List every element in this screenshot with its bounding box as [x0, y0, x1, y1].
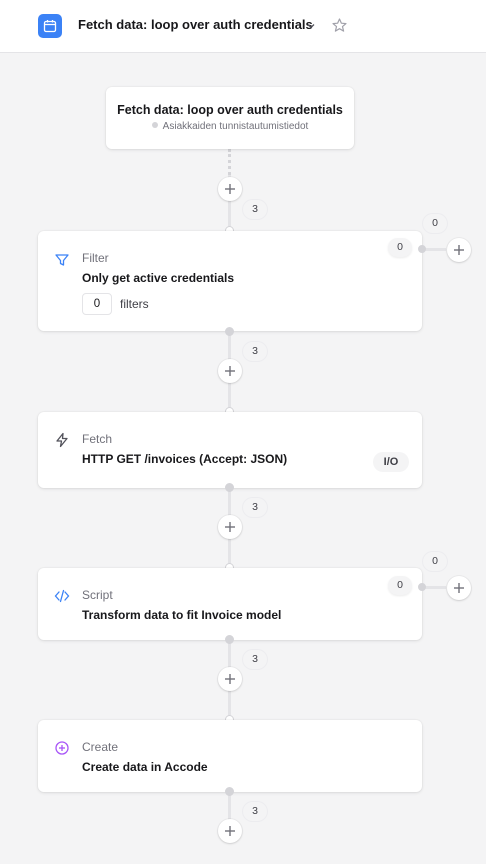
branch-node[interactable]: [418, 583, 426, 591]
item-count-badge: 3: [243, 498, 267, 517]
output-node[interactable]: [225, 483, 234, 492]
step-type-label: Filter: [82, 251, 109, 265]
output-node[interactable]: [225, 635, 234, 644]
branch-out-count: 0: [423, 552, 447, 571]
branch-in-count: 0: [388, 238, 412, 257]
branch-in-count: 0: [388, 576, 412, 595]
filter-icon: [54, 252, 70, 268]
trigger-card[interactable]: Fetch data: loop over auth credentials A…: [106, 87, 354, 149]
workflow-title[interactable]: Fetch data: loop over auth credentials: [78, 17, 313, 32]
plus-circle-icon: [54, 740, 70, 756]
filters-label: filters: [120, 297, 149, 311]
output-node[interactable]: [225, 327, 234, 336]
add-branch-button[interactable]: [447, 576, 471, 600]
calendar-icon[interactable]: [38, 14, 62, 38]
item-count-badge: 3: [243, 650, 267, 669]
step-description: HTTP GET /invoices (Accept: JSON): [82, 452, 288, 466]
star-icon[interactable]: [331, 17, 348, 34]
add-step-button[interactable]: [218, 515, 242, 539]
filters-count-box[interactable]: 0: [82, 293, 112, 315]
lightning-icon: [54, 432, 70, 448]
trigger-subtitle: Asiakkaiden tunnistautumistiedot: [106, 121, 354, 132]
chevron-down-icon[interactable]: [305, 19, 317, 31]
trigger-title: Fetch data: loop over auth credentials: [117, 103, 343, 117]
step-type-label: Create: [82, 740, 119, 754]
workflow-header: Fetch data: loop over auth credentials: [0, 0, 486, 53]
output-node[interactable]: [225, 787, 234, 796]
script-step-card[interactable]: Script Transform data to fit Invoice mod…: [38, 568, 422, 640]
add-step-button[interactable]: [218, 177, 242, 201]
step-description: Only get active credentials: [82, 271, 235, 285]
add-step-button[interactable]: [218, 359, 242, 383]
status-dot: [151, 122, 158, 129]
add-branch-button[interactable]: [447, 238, 471, 262]
add-step-button[interactable]: [218, 667, 242, 691]
filter-step-card[interactable]: Filter Only get active credentials 0 fil…: [38, 231, 422, 331]
trigger-source: Asiakkaiden tunnistautumistiedot: [162, 121, 309, 132]
branch-node[interactable]: [418, 245, 426, 253]
fetch-step-card[interactable]: Fetch HTTP GET /invoices (Accept: JSON) …: [38, 412, 422, 488]
branch-out-count: 0: [423, 214, 447, 233]
add-step-button[interactable]: [218, 819, 242, 843]
item-count-badge: 3: [243, 200, 267, 219]
step-description: Create data in Accode: [82, 760, 208, 774]
step-description: Transform data to fit Invoice model: [82, 608, 282, 622]
step-type-label: Fetch: [82, 432, 113, 446]
io-badge: I/O: [373, 452, 409, 472]
create-step-card[interactable]: Create Create data in Accode: [38, 720, 422, 792]
code-icon: [54, 588, 70, 604]
step-type-label: Script: [82, 588, 113, 602]
item-count-badge: 3: [243, 802, 267, 821]
item-count-badge: 3: [243, 342, 267, 361]
connector-line: [228, 149, 231, 175]
workflow-canvas[interactable]: Fetch data: loop over auth credentials A…: [0, 54, 486, 864]
